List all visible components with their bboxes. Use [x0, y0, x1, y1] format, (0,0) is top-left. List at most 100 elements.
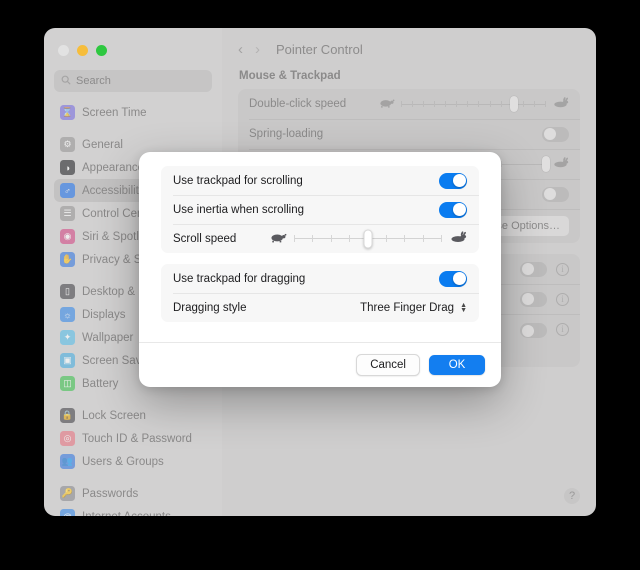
slider-tick — [500, 101, 502, 107]
sidebar-item-label: Users & Groups — [82, 455, 164, 468]
use-inertia-when-scrolling-toggle[interactable] — [439, 201, 467, 218]
spring-loading-toggle[interactable] — [542, 126, 569, 142]
sidebar-item-label: General — [82, 138, 123, 151]
toolbar: ‹ › Pointer Control — [222, 28, 596, 70]
sidebar-item-label: Lock Screen — [82, 409, 146, 422]
search-input[interactable]: Search — [54, 70, 212, 92]
sidebar-group-separator — [54, 124, 212, 133]
hourglass-icon: ⌛ — [60, 105, 75, 120]
sidebar-item-label: Appearance — [82, 161, 145, 174]
lock-icon: 🔒 — [60, 408, 75, 423]
slider-tick — [330, 235, 332, 242]
fingerprint-icon: ◎ — [60, 431, 75, 446]
search-placeholder: Search — [76, 75, 111, 87]
dialog-row-use-inertia-when-scrolling: Use inertia when scrolling — [161, 195, 479, 224]
dialog-group-1: Use trackpad for scrolling Use inertia wh… — [161, 166, 479, 253]
appearance-icon: ◑ — [60, 160, 75, 175]
row-spring-loading: Spring-loading — [238, 119, 580, 149]
slider-tick — [522, 101, 524, 107]
slider-knob[interactable] — [542, 156, 550, 172]
scroll-speed-slider[interactable] — [253, 229, 467, 248]
sidebar-group-separator — [54, 473, 212, 482]
slider-tick — [349, 235, 351, 242]
cancel-button[interactable]: Cancel — [356, 354, 420, 376]
dock-icon: ▯ — [60, 284, 75, 299]
at-sign-icon: @ — [60, 509, 75, 516]
dragging-style-label: Dragging style — [173, 301, 247, 314]
sidebar-item-users-groups[interactable]: 👥 Users & Groups — [54, 450, 212, 473]
use-trackpad-for-dragging-toggle[interactable] — [439, 270, 467, 287]
sidebar-item-passwords[interactable]: 🔑 Passwords — [54, 482, 212, 505]
slider-tick — [385, 235, 387, 242]
muted-row-1-info-icon[interactable]: i — [556, 262, 569, 276]
slider-tick — [467, 101, 469, 107]
sidebar-item-screen-time[interactable]: ⌛ Screen Time — [54, 101, 212, 124]
ok-button[interactable]: OK — [429, 355, 485, 375]
hare-icon — [552, 95, 569, 113]
close-button[interactable] — [58, 45, 69, 56]
section-title: Mouse & Trackpad — [239, 70, 341, 82]
sidebar-item-label: Passwords — [82, 487, 139, 500]
row-double-click-speed: Double-click speed — [238, 89, 580, 119]
dialog-row-dragging-style: Dragging style Three Finger Drag ▲ ▼ — [161, 293, 479, 322]
sidebar-item-lock-screen[interactable]: 🔒 Lock Screen — [54, 404, 212, 427]
accessibility-icon: ♂ — [60, 183, 75, 198]
muted-row-1-toggle[interactable] — [520, 261, 547, 277]
sidebar-group-separator — [54, 395, 212, 404]
sidebar-item-touch-id-password[interactable]: ◎ Touch ID & Password — [54, 427, 212, 450]
window-controls — [54, 38, 212, 60]
dragging-style-value: Three Finger Drag — [360, 301, 455, 314]
sidebar-item-label: Internet Accounts — [82, 511, 171, 517]
users-icon: 👥 — [60, 454, 75, 469]
third-toggle[interactable] — [542, 186, 569, 202]
dialog-row-use-trackpad-for-dragging: Use trackpad for dragging — [161, 264, 479, 293]
sidebar-item-label: Displays — [82, 308, 126, 321]
control-center-icon: ☰ — [60, 206, 75, 221]
slider-knob[interactable] — [363, 229, 373, 248]
slider-tick — [401, 101, 402, 107]
battery-icon: ◫ — [60, 376, 75, 391]
sidebar-item-label: Screen Time — [82, 106, 147, 119]
use-trackpad-for-scrolling-toggle[interactable] — [439, 172, 467, 189]
slider-tick — [456, 101, 458, 107]
minimize-button[interactable] — [77, 45, 88, 56]
slider-tick — [312, 235, 314, 242]
chevron-up-down-icon: ▲ ▼ — [460, 301, 467, 314]
dialog-footer: Cancel OK — [139, 342, 501, 387]
slider-tick — [422, 235, 424, 242]
dialog-group-2: Use trackpad for dragging Dragging style T… — [161, 264, 479, 322]
muted-row-2-info-icon[interactable]: i — [556, 292, 569, 306]
use-trackpad-for-dragging-label: Use trackpad for dragging — [173, 272, 306, 285]
slider-tick — [434, 101, 436, 107]
scroll-speed-track[interactable] — [294, 229, 443, 248]
screensaver-icon: ▣ — [60, 353, 75, 368]
search-icon — [61, 72, 71, 90]
muted-row-2-toggle[interactable] — [520, 291, 547, 307]
help-button[interactable]: ? — [564, 488, 580, 504]
double-click-speed-slider[interactable] — [346, 95, 569, 113]
chevron-right-icon[interactable]: › — [255, 42, 260, 57]
scroll-speed-label: Scroll speed — [173, 232, 237, 245]
slider-knob[interactable] — [510, 96, 519, 112]
head-pointer-toggle[interactable] — [520, 323, 547, 338]
wallpaper-icon: ✦ — [60, 330, 75, 345]
dialog-row-use-trackpad-for-scrolling: Use trackpad for scrolling — [161, 166, 479, 195]
screen: Search ⌛ Screen Time ⚙ General ◑ Appearance ♂ A… — [0, 0, 640, 570]
spring-loading-label: Spring-loading — [249, 128, 324, 140]
siri-icon: ◉ — [60, 229, 75, 244]
double-click-speed-label: Double-click speed — [249, 98, 347, 110]
privacy-hand-icon: ✋ — [60, 252, 75, 267]
head-pointer-info-icon[interactable]: i — [556, 323, 569, 336]
use-trackpad-for-scrolling-label: Use trackpad for scrolling — [173, 174, 303, 187]
maximize-button[interactable] — [96, 45, 107, 56]
sidebar-item-internet-accounts[interactable]: @ Internet Accounts — [54, 505, 212, 516]
chevron-left-icon[interactable]: ‹ — [238, 42, 243, 57]
slider-tick — [445, 101, 447, 107]
dialog-body: Use trackpad for scrolling Use inertia wh… — [139, 152, 501, 342]
slider-tick — [533, 101, 535, 107]
dragging-style-popup-button[interactable]: Three Finger Drag ▲ ▼ — [360, 302, 467, 314]
double-click-speed-track[interactable] — [401, 96, 546, 112]
display-brightness-icon: ☼ — [60, 307, 75, 322]
use-inertia-when-scrolling-label: Use inertia when scrolling — [173, 203, 305, 216]
trackpad-options-dialog: Use trackpad for scrolling Use inertia wh… — [139, 152, 501, 387]
